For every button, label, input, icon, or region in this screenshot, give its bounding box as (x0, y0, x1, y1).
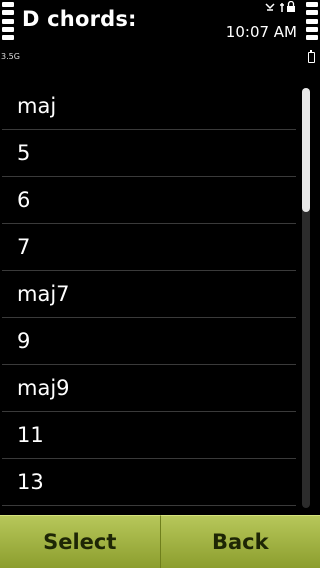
alarm-icon (265, 3, 275, 11)
list-item[interactable]: 6 (2, 177, 296, 224)
select-button[interactable]: Select (0, 515, 160, 568)
status-icons (264, 1, 296, 13)
battery-level-icon (306, 2, 318, 40)
list-item[interactable]: maj (2, 83, 296, 130)
network-type-label: 3.5G (1, 52, 20, 61)
lock-icon (280, 1, 295, 12)
list-item[interactable]: 5 (2, 130, 296, 177)
list-item[interactable]: 11 (2, 412, 296, 459)
scrollbar-thumb[interactable] (302, 88, 310, 212)
clock-time: 10:07 AM (225, 23, 297, 41)
back-button[interactable]: Back (159, 515, 320, 568)
list-item[interactable]: 13 (2, 459, 296, 506)
list-item[interactable]: 9 (2, 318, 296, 365)
signal-strength-icon (2, 2, 14, 40)
chord-list: maj 5 6 7 maj7 9 maj9 11 13 (0, 83, 296, 515)
list-item[interactable]: maj7 (2, 271, 296, 318)
scrollbar[interactable] (302, 88, 310, 508)
list-item[interactable]: 7 (2, 224, 296, 271)
battery-icon (308, 50, 315, 63)
softkey-bar: Select Back (0, 515, 320, 568)
list-item[interactable]: maj9 (2, 365, 296, 412)
page-title: D chords: (22, 7, 137, 31)
